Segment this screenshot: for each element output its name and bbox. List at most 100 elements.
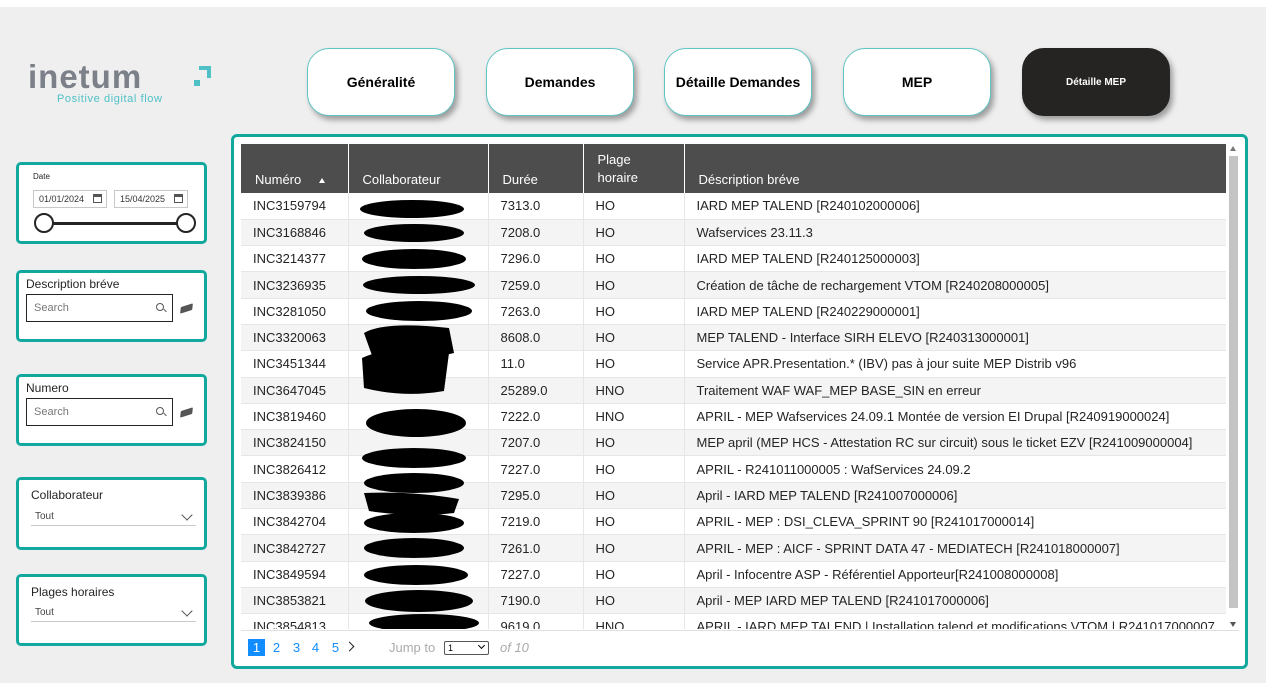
plages-slicer-title: Plages horaires bbox=[31, 585, 115, 599]
cell-duree: 7222.0 bbox=[488, 403, 584, 431]
cell-duree: 7295.0 bbox=[488, 482, 584, 510]
cell-duree: 25289.0 bbox=[488, 377, 584, 404]
cell-plage-horaire: HNO bbox=[583, 403, 685, 431]
cell-numero: INC3842727 bbox=[241, 534, 349, 562]
cell-duree: 7296.0 bbox=[488, 245, 584, 273]
nav-button-generalite[interactable]: Généralité bbox=[307, 48, 455, 116]
report-canvas: inetum Positive digital flow Généralité … bbox=[0, 7, 1266, 683]
chevron-down-icon bbox=[477, 641, 486, 650]
page-3-button[interactable]: 3 bbox=[288, 639, 305, 656]
cell-plage-horaire: HO bbox=[583, 455, 685, 483]
collaborateur-dropdown[interactable]: Tout bbox=[31, 507, 196, 526]
cell-duree: 11.0 bbox=[488, 350, 584, 378]
cell-duree: 7261.0 bbox=[488, 534, 584, 562]
cell-description: April - IARD MEP TALEND [R241007000006] bbox=[684, 482, 1226, 510]
page-4-button[interactable]: 4 bbox=[307, 639, 324, 656]
collaborateur-slicer: Collaborateur Tout bbox=[16, 477, 207, 550]
cell-plage-horaire: HNO bbox=[583, 377, 685, 404]
page-1-button[interactable]: 1 bbox=[248, 639, 265, 656]
cell-plage-horaire: HO bbox=[583, 482, 685, 510]
chevron-down-icon bbox=[181, 509, 193, 521]
chevron-down-icon bbox=[181, 605, 193, 617]
cell-description: IARD MEP TALEND [R240229000001] bbox=[684, 298, 1226, 325]
cell-numero: INC3849594 bbox=[241, 561, 349, 588]
cell-description: APRIL - MEP Wafservices 24.09.1 Montée d… bbox=[684, 403, 1226, 431]
date-slicer-title: Date bbox=[33, 172, 50, 181]
cell-plage-horaire: HO bbox=[583, 587, 685, 615]
date-range-start-handle[interactable] bbox=[34, 213, 54, 233]
column-header-label: Plage horaire bbox=[597, 152, 638, 185]
cell-duree: 9619.0 bbox=[488, 613, 584, 629]
nav-button-detaille-mep[interactable]: Détaille MEP bbox=[1022, 48, 1170, 116]
column-header-label: Collaborateur bbox=[362, 172, 441, 187]
column-header-description[interactable]: Déscription bréve bbox=[684, 144, 1226, 193]
cell-description: APRIL - MEP : DSI_CLEVA_SPRINT 90 [R2410… bbox=[684, 508, 1226, 536]
cell-numero: INC3214377 bbox=[241, 245, 349, 273]
nav-button-detaille-demandes[interactable]: Détaille Demandes bbox=[664, 48, 812, 116]
brand-logo: inetum Positive digital flow bbox=[28, 58, 218, 107]
next-page-chevron-icon[interactable] bbox=[344, 641, 355, 652]
cell-description: Création de tâche de rechargement VTOM [… bbox=[684, 271, 1226, 299]
brand-tagline: Positive digital flow bbox=[57, 93, 163, 105]
calendar-icon[interactable] bbox=[174, 194, 183, 203]
nav-button-mep[interactable]: MEP bbox=[843, 48, 991, 116]
date-end-value: 15/04/2025 bbox=[120, 194, 166, 204]
cell-description: APRIL - MEP : AICF - SPRINT DATA 47 - ME… bbox=[684, 534, 1226, 562]
cell-plage-horaire: HO bbox=[583, 219, 685, 247]
cell-plage-horaire: HO bbox=[583, 508, 685, 536]
cell-description: IARD MEP TALEND [R240102000006] bbox=[684, 193, 1226, 220]
cell-duree: 7259.0 bbox=[488, 271, 584, 299]
date-start-input[interactable]: 01/01/2024 bbox=[33, 190, 107, 208]
date-range-track[interactable] bbox=[43, 222, 185, 225]
jump-to-page-select[interactable]: 1 bbox=[444, 641, 489, 655]
brand-name: inetum bbox=[28, 58, 143, 95]
eraser-icon[interactable] bbox=[180, 303, 193, 314]
page-2-button[interactable]: 2 bbox=[268, 639, 285, 656]
table-vertical-scrollbar[interactable] bbox=[1228, 144, 1239, 629]
search-icon bbox=[156, 407, 164, 415]
page-count-label: of 10 bbox=[500, 640, 529, 655]
scroll-thumb[interactable] bbox=[1229, 156, 1238, 608]
description-search-input[interactable]: Search bbox=[26, 294, 173, 322]
column-header-numero[interactable]: Numéro bbox=[241, 144, 349, 193]
numero-slicer: Numero Search bbox=[16, 374, 207, 446]
numero-search-input[interactable]: Search bbox=[26, 398, 173, 426]
scroll-down-arrow-icon[interactable] bbox=[1230, 622, 1236, 627]
collaborateur-slicer-title: Collaborateur bbox=[31, 488, 104, 502]
cell-plage-horaire: HO bbox=[583, 534, 685, 562]
calendar-icon[interactable] bbox=[93, 194, 102, 203]
cell-plage-horaire: HO bbox=[583, 350, 685, 378]
cell-plage-horaire: HO bbox=[583, 429, 685, 457]
table-scroll-area[interactable]: Numéro Collaborateur Durée Plage horaire… bbox=[241, 144, 1228, 629]
column-header-collaborateur[interactable]: Collaborateur bbox=[348, 144, 489, 193]
cell-description: April - MEP IARD MEP TALEND [R2410170000… bbox=[684, 587, 1226, 615]
plages-slicer: Plages horaires Tout bbox=[16, 574, 207, 646]
cell-plage-horaire: HO bbox=[583, 245, 685, 273]
eraser-icon[interactable] bbox=[180, 407, 193, 418]
numero-search-placeholder: Search bbox=[34, 406, 69, 418]
cell-numero: INC3842704 bbox=[241, 508, 349, 536]
column-header-label: Numéro bbox=[255, 172, 302, 187]
column-header-plage-horaire[interactable]: Plage horaire bbox=[583, 144, 685, 193]
date-range-end-handle[interactable] bbox=[176, 213, 196, 233]
plages-dropdown[interactable]: Tout bbox=[31, 603, 196, 622]
cell-numero: INC3819460 bbox=[241, 403, 349, 431]
cell-plage-horaire: HO bbox=[583, 193, 685, 220]
cell-numero: INC3281050 bbox=[241, 298, 349, 325]
cell-duree: 7219.0 bbox=[488, 508, 584, 536]
cell-plage-horaire: HO bbox=[583, 298, 685, 325]
nav-button-demandes[interactable]: Demandes bbox=[486, 48, 634, 116]
cell-description: April - Infocentre ASP - Référentiel App… bbox=[684, 561, 1226, 588]
page-5-button[interactable]: 5 bbox=[327, 639, 344, 656]
column-header-duree[interactable]: Durée bbox=[488, 144, 584, 193]
table-pagination: 1 2 3 4 5 Jump to 1 of 10 bbox=[241, 630, 1239, 660]
cell-plage-horaire: HO bbox=[583, 271, 685, 299]
search-icon bbox=[156, 303, 164, 311]
column-header-label: Déscription bréve bbox=[698, 172, 800, 187]
cell-description: APRIL - R241011000005 : WafServices 24.0… bbox=[684, 455, 1226, 483]
scroll-up-arrow-icon[interactable] bbox=[1230, 146, 1236, 151]
cell-description: Wafservices 23.11.3 bbox=[684, 219, 1226, 247]
plages-dropdown-value: Tout bbox=[35, 607, 54, 618]
cell-numero: INC3826412 bbox=[241, 455, 349, 483]
date-end-input[interactable]: 15/04/2025 bbox=[114, 190, 188, 208]
